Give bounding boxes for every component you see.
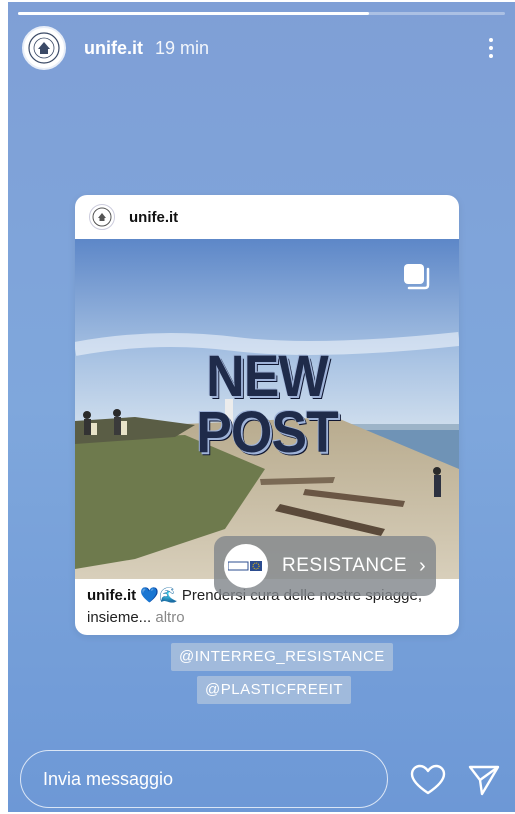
more-vertical-icon[interactable] bbox=[481, 35, 501, 61]
story-progress-fill bbox=[18, 12, 369, 15]
chevron-right-icon: › bbox=[419, 554, 426, 577]
send-icon[interactable] bbox=[467, 763, 501, 797]
story-timestamp: 19 min bbox=[155, 37, 210, 58]
post-photo-beach: NEW POST bbox=[75, 239, 459, 579]
story-progress-bar bbox=[18, 12, 505, 15]
story-header: unife.it 19 min bbox=[22, 26, 501, 70]
mention-plasticfree[interactable]: @PLASTICFREEIT bbox=[197, 676, 352, 704]
university-seal-icon bbox=[92, 207, 112, 227]
heart-icon[interactable] bbox=[410, 764, 446, 796]
interreg-logo-icon bbox=[224, 544, 268, 588]
post-username: unife.it bbox=[129, 208, 179, 226]
story-viewer[interactable]: unife.it 19 min unife.it NEW POST unife.… bbox=[8, 2, 515, 812]
caption-username: unife.it bbox=[87, 587, 137, 604]
link-sticker[interactable]: RESISTANCE › bbox=[214, 536, 436, 596]
reply-message-input[interactable]: Invia messaggio bbox=[20, 750, 388, 808]
post-avatar bbox=[89, 204, 115, 230]
caption-more-link[interactable]: altro bbox=[151, 609, 184, 626]
interreg-logo-icon bbox=[228, 561, 262, 571]
university-seal-icon bbox=[28, 32, 60, 64]
story-username[interactable]: unife.it bbox=[84, 38, 143, 59]
caption-emoji: 💙🌊 bbox=[140, 587, 178, 604]
avatar[interactable] bbox=[22, 26, 66, 70]
mention-interreg[interactable]: @INTERREG_RESISTANCE bbox=[171, 643, 393, 671]
new-post-overlay: NEW POST bbox=[90, 344, 443, 465]
multiple-photos-icon bbox=[404, 264, 430, 290]
post-header: unife.it bbox=[75, 195, 459, 239]
overlay-text-line1: NEW bbox=[206, 344, 329, 409]
overlay-text-line2: POST bbox=[196, 400, 339, 465]
link-sticker-label: RESISTANCE bbox=[282, 555, 408, 576]
